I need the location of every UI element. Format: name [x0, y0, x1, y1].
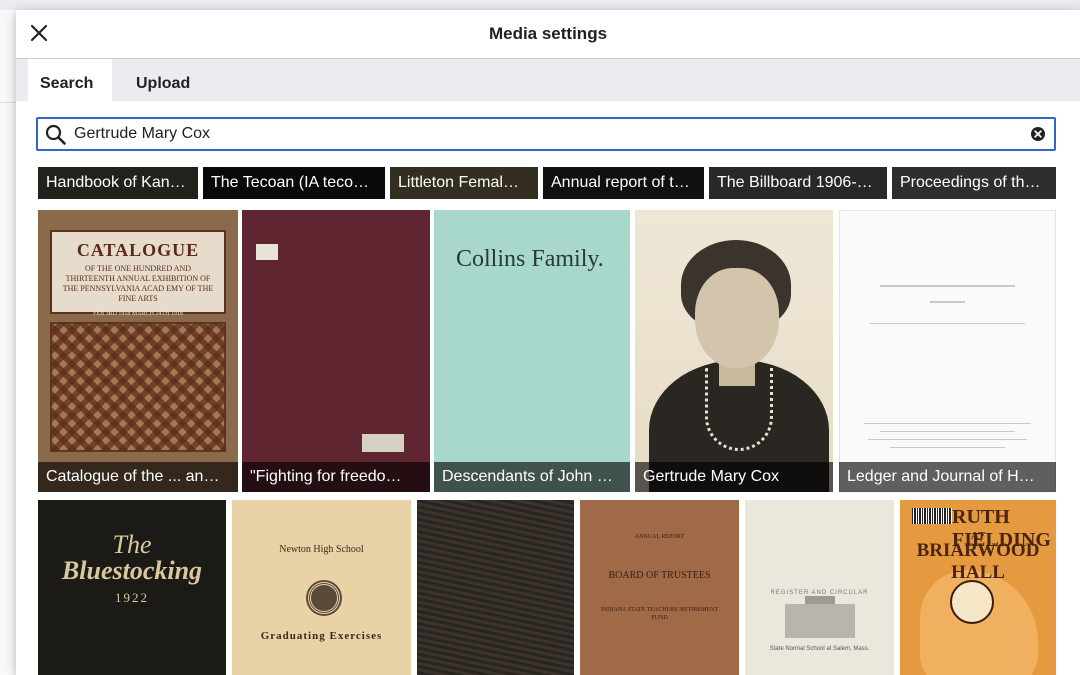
result-caption: Gertrude Mary Cox: [635, 462, 833, 492]
catalogue-cover: CATALOGUE OF THE ONE HUNDRED AND THIRTEE…: [38, 210, 238, 492]
result-tile[interactable]: Annual report of t…: [543, 167, 704, 199]
result-tile[interactable]: RUTH FIELDING AT BRIARWOOD HALL: [900, 500, 1056, 675]
cover-year: 1922: [115, 590, 149, 605]
tab-search[interactable]: Search: [28, 59, 112, 101]
cover-title: CATALOGUE: [76, 240, 200, 260]
search-area: [16, 101, 1080, 167]
ruth-fielding-cover: RUTH FIELDING AT BRIARWOOD HALL: [900, 500, 1056, 675]
tab-bar: Search Upload: [16, 59, 1080, 101]
cover-dates: FEB 3RD 1918 MARCH 24TH 1918: [93, 311, 183, 317]
result-caption: Ledger and Journal of H…: [839, 462, 1056, 492]
building-illustration: [785, 604, 855, 638]
search-box[interactable]: [36, 117, 1056, 151]
result-tile[interactable]: Proceedings of th…: [892, 167, 1056, 199]
search-icon: [45, 124, 66, 145]
result-tile[interactable]: Handbook of Kan…: [38, 167, 198, 199]
result-caption: The Tecoan (IA teco…: [203, 167, 385, 199]
result-tile[interactable]: Collins Family. Descendants of John …: [434, 210, 630, 492]
media-settings-dialog: Media settings Search Upload Handbook of…: [16, 10, 1080, 675]
barcode-icon: [912, 508, 952, 524]
result-caption: Annual report of t…: [543, 167, 704, 199]
result-caption: "Fighting for freedo…: [242, 462, 430, 492]
dialog-title: Media settings: [488, 24, 608, 43]
teal-cover: Collins Family.: [434, 210, 630, 492]
cover-title: Newton High School: [279, 544, 364, 555]
cover-subtitle: State Normal School at Salem, Mass.: [769, 646, 870, 652]
trustees-cover: ANNUAL REPORT BOARD OF TRUSTEES INDIANA …: [580, 500, 739, 675]
result-caption: Catalogue of the ... an…: [38, 462, 238, 492]
result-caption: The Billboard 1906-…: [709, 167, 887, 199]
result-tile[interactable]: Gertrude Mary Cox: [635, 210, 833, 492]
tab-upload[interactable]: Upload: [124, 59, 208, 101]
result-tile[interactable]: The Tecoan (IA teco…: [203, 167, 385, 199]
cover-subtitle: INDIANA STATE TEACHERS' RETIREMENT FUND: [600, 607, 719, 621]
result-tile[interactable]: [417, 500, 574, 675]
portrait-photo: [635, 210, 833, 492]
result-tile[interactable]: Ledger and Journal of H…: [839, 210, 1056, 492]
result-tile[interactable]: ANNUAL REPORT BOARD OF TRUSTEES INDIANA …: [580, 500, 739, 675]
cover-title: BOARD OF TRUSTEES: [608, 570, 711, 581]
clear-icon[interactable]: [1030, 126, 1046, 142]
background-left-edge: [0, 10, 17, 675]
cover-title: BRIARWOOD HALL: [916, 540, 1040, 583]
result-tile[interactable]: Newton High School Graduating Exercises: [232, 500, 411, 675]
cover-subtitle: OF THE ONE HUNDRED AND THIRTEENTH ANNUAL…: [62, 264, 214, 303]
search-input[interactable]: [74, 119, 1014, 149]
result-tile-selected[interactable]: "Fighting for freedo…: [242, 210, 430, 492]
background-toolbar: [0, 0, 1080, 10]
cover-title: Bluestocking: [61, 556, 203, 585]
result-caption: Proceedings of th…: [892, 167, 1056, 199]
cover-title: ANNUAL REPORT: [634, 534, 685, 540]
result-caption: Handbook of Kan…: [38, 167, 198, 199]
result-tile[interactable]: The Billboard 1906-…: [709, 167, 887, 199]
seal-icon: [308, 582, 340, 614]
newton-cover: Newton High School Graduating Exercises: [232, 500, 411, 675]
result-tile[interactable]: Littleton Femal…: [390, 167, 538, 199]
cover-title: Collins Family.: [456, 246, 604, 272]
result-tile[interactable]: CATALOGUE OF THE ONE HUNDRED AND THIRTEE…: [38, 210, 238, 492]
document-page: [839, 210, 1056, 492]
result-tile[interactable]: The Bluestocking 1922: [38, 500, 226, 675]
engraving-cover: REGISTER AND CIRCULAR State Normal Schoo…: [745, 500, 894, 675]
result-tile[interactable]: REGISTER AND CIRCULAR State Normal Schoo…: [745, 500, 894, 675]
bluestocking-cover: The Bluestocking 1922: [38, 500, 226, 675]
result-caption: Littleton Femal…: [390, 167, 538, 199]
cover-subtitle: Graduating Exercises: [260, 630, 383, 642]
leather-cover: [417, 500, 574, 675]
search-results-grid: Handbook of Kan… The Tecoan (IA teco… Li…: [16, 167, 1080, 675]
maroon-cover: [242, 210, 430, 492]
dialog-header: Media settings: [16, 10, 1080, 59]
result-caption: Descendants of John …: [434, 462, 630, 492]
